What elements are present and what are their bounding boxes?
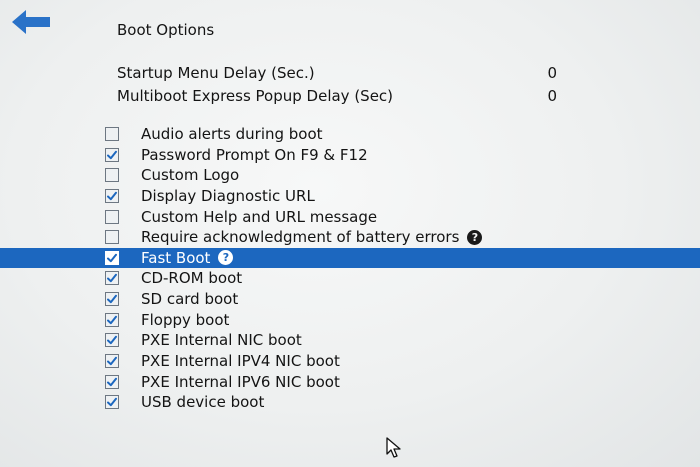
checkmark-icon: [107, 315, 117, 324]
checkmark-icon: [107, 377, 117, 386]
multiboot-popup-delay-value[interactable]: 0: [537, 87, 557, 105]
boot-option-row[interactable]: PXE Internal NIC boot: [0, 330, 700, 351]
help-icon[interactable]: ?: [467, 229, 483, 245]
checkbox-checked[interactable]: [105, 147, 119, 162]
mouse-pointer-icon: [386, 437, 401, 458]
boot-option-row[interactable]: Require acknowledgment of battery errors…: [0, 227, 700, 248]
boot-option-row[interactable]: SD card boot: [0, 289, 700, 310]
boot-option-label: SD card boot: [141, 290, 239, 309]
checkbox-checked[interactable]: [105, 250, 119, 265]
boot-option-label: CD-ROM boot: [141, 269, 243, 288]
boot-option-row[interactable]: Display Diagnostic URL: [0, 186, 700, 207]
boot-option-row[interactable]: CD-ROM boot: [0, 268, 700, 289]
boot-option-label: PXE Internal NIC boot: [141, 331, 302, 350]
boot-option-row[interactable]: Custom Help and URL message: [0, 207, 700, 228]
checkmark-icon: [107, 191, 117, 201]
checkbox-checked[interactable]: [105, 188, 119, 203]
boot-option-label: PXE Internal IPV4 NIC boot: [141, 352, 340, 371]
startup-menu-delay-setting[interactable]: Startup Menu Delay (Sec.) 0: [117, 64, 557, 84]
checkmark-icon: [107, 294, 117, 304]
multiboot-popup-delay-label: Multiboot Express Popup Delay (Sec): [117, 87, 394, 105]
boot-option-row[interactable]: Audio alerts during boot: [0, 124, 700, 145]
boot-option-label: Require acknowledgment of battery errors: [141, 228, 460, 247]
boot-option-label: Password Prompt On F9 & F12: [141, 145, 368, 164]
page-title: Boot Options: [117, 21, 215, 39]
boot-option-row[interactable]: Password Prompt On F9 & F12: [0, 145, 700, 166]
checkbox-unchecked[interactable]: [105, 230, 119, 245]
checkmark-icon: [107, 253, 117, 263]
boot-option-row[interactable]: Fast Boot?: [0, 247, 700, 269]
checkbox-checked[interactable]: [105, 395, 119, 410]
checkbox-unchecked[interactable]: [105, 127, 119, 141]
boot-options-list: Audio alerts during boot Password Prompt …: [0, 124, 700, 413]
checkmark-icon: [107, 274, 117, 283]
boot-option-label: Fast Boot: [141, 248, 211, 267]
boot-option-label: Audio alerts during boot: [141, 125, 323, 143]
checkbox-checked[interactable]: [105, 292, 119, 307]
multiboot-popup-delay-setting[interactable]: Multiboot Express Popup Delay (Sec) 0: [117, 87, 557, 107]
boot-option-label: USB device boot: [141, 393, 265, 412]
checkbox-unchecked[interactable]: [105, 209, 119, 224]
checkmark-icon: [107, 356, 117, 366]
checkbox-unchecked[interactable]: [105, 168, 119, 183]
boot-option-row[interactable]: Custom Logo: [0, 165, 700, 186]
checkmark-icon: [107, 398, 117, 407]
checkbox-checked[interactable]: [105, 333, 119, 348]
boot-option-row[interactable]: Floppy boot: [0, 310, 700, 331]
startup-menu-delay-value[interactable]: 0: [537, 64, 557, 82]
boot-option-row[interactable]: USB device boot: [0, 392, 700, 413]
checkbox-checked[interactable]: [105, 312, 119, 327]
boot-option-row[interactable]: PXE Internal IPV4 NIC boot: [0, 351, 700, 372]
checkmark-icon: [107, 336, 117, 345]
boot-option-label: Floppy boot: [141, 310, 230, 329]
checkmark-icon: [107, 150, 117, 159]
back-arrow-icon[interactable]: [10, 8, 52, 36]
checkbox-checked[interactable]: [105, 271, 119, 286]
help-icon[interactable]: ?: [218, 250, 234, 266]
boot-option-label: PXE Internal IPV6 NIC boot: [141, 372, 340, 391]
checkbox-checked[interactable]: [105, 354, 119, 369]
checkbox-checked[interactable]: [105, 374, 119, 389]
boot-option-row[interactable]: PXE Internal IPV6 NIC boot: [0, 372, 700, 393]
boot-option-label: Custom Help and URL message: [141, 207, 378, 226]
boot-option-label: Custom Logo: [141, 166, 240, 185]
startup-menu-delay-label: Startup Menu Delay (Sec.): [117, 64, 315, 82]
boot-option-label: Display Diagnostic URL: [141, 186, 315, 205]
